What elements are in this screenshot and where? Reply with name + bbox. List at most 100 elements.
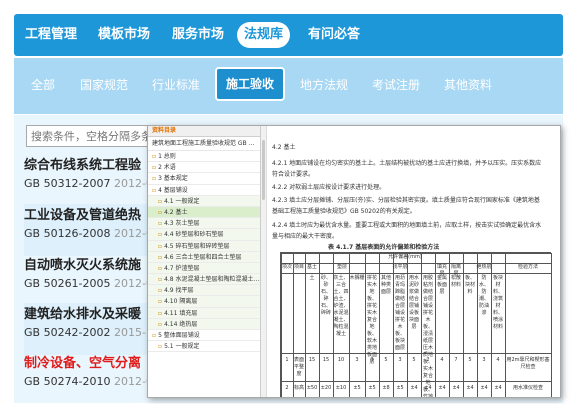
table-cell: ±4	[410, 385, 418, 391]
toc-item[interactable]: ▫ 2 术语	[148, 162, 260, 174]
document-icon: ▫	[158, 208, 163, 216]
table-cell: 表面平整度	[293, 357, 304, 377]
table-title: 表 4.1.7 基层表面的允许偏差和检验方法	[328, 244, 440, 251]
tolerance-table: 允许偏差(mm) 项次 项目 基土 垫层 找平层 填充层 隔离层 绝热层 检验方法土砂、砂石、碎石…	[280, 252, 552, 397]
toc-item-label: 5.1 一般规定	[164, 343, 200, 351]
table-cell: ±8	[382, 385, 390, 391]
toc-panel: 资料目录 建筑地面工程施工质量验收规范 GB ... ▫ 1 总则 ▫ 2 术语 ▫ 3 …	[148, 126, 261, 397]
standard-code-text: GB 50126-2008	[24, 227, 111, 240]
toc-item[interactable]: ▫ 5 整体面层铺设	[148, 330, 260, 342]
table-cell: 1	[285, 357, 289, 363]
toc-item[interactable]: ▫ 4.14 绝热层	[148, 318, 260, 330]
table-cell: 4	[440, 357, 444, 363]
toc-item[interactable]: ▫ 4.6 三合土垫层和四合土垫层	[148, 251, 260, 263]
toc-scrollbar[interactable]	[261, 126, 267, 397]
table-column-header: 项次	[281, 264, 292, 270]
toc-item[interactable]: ▫ 4.11 填充层	[148, 307, 260, 319]
table-cell: ±20	[320, 385, 332, 391]
table-cell: 用2m靠尺和楔形塞尺检查	[506, 357, 550, 370]
table-sub-header: 土	[309, 275, 315, 281]
table-sub-header: 防水、防潮、防油渗	[478, 275, 489, 316]
toc-item[interactable]: ▫ 5.1 一般规定	[148, 341, 260, 353]
toc-item-label: 4.4 砂垫层和砂石垫层	[164, 231, 224, 239]
document-viewer: 资料目录 建筑地面工程施工质量验收规范 GB ... ▫ 1 总则 ▫ 2 术语 ▫ 3 …	[147, 125, 561, 398]
table-cell: 3	[398, 357, 402, 363]
toc-item[interactable]: ▫ 4.2 基土	[148, 206, 260, 219]
standard-code-text: GB 50312-2007	[24, 177, 111, 190]
toc-item[interactable]: ▫ 4.7 炉渣垫层	[148, 262, 260, 275]
table-cell: 10	[337, 357, 345, 363]
table-cell: 用水准仪检查	[512, 385, 543, 391]
doc-paragraph: 4.2.2 对软弱土层应按设计要求进行处理。	[272, 184, 386, 191]
table-cell: ±4	[424, 385, 432, 391]
table-sub-header: 木搁栅	[349, 275, 365, 281]
toc-item-label: 2 术语	[158, 164, 176, 172]
standard-code-text: GB 50261-2005	[24, 277, 111, 290]
toc-item[interactable]: ▫ 1 总则	[148, 151, 260, 163]
table-sub-header: 用水泥砂浆做结合层铺设板块面层	[408, 275, 419, 330]
document-icon: ▫	[158, 309, 163, 317]
sub-nav-tab-all[interactable]: 全部	[31, 72, 55, 98]
top-nav-item-template-market[interactable]: 模板市场	[98, 14, 150, 56]
toc-item[interactable]: ▫ 4.4 砂垫层和砂石垫层	[148, 229, 260, 241]
toc-item-label: 4.2 基土	[164, 208, 188, 216]
top-nav-item-regulations[interactable]: 法规库	[237, 22, 291, 48]
table-cell: ±5	[353, 385, 361, 391]
document-icon: ▫	[158, 231, 163, 239]
toc-item-label: 4 基层铺设	[158, 186, 188, 194]
document-icon: ▫	[158, 197, 163, 205]
toc-item[interactable]: ▫ 4.10 隔离层	[148, 296, 260, 308]
table-cell: ±5	[368, 385, 376, 391]
table-rule	[281, 273, 551, 274]
table-cell: 4	[496, 357, 500, 363]
sub-nav-tab-industry[interactable]: 行业标准	[152, 72, 200, 98]
table-top-header: 允许偏差(mm)	[388, 254, 422, 260]
table-column-header: 基土	[306, 264, 317, 270]
toc-item[interactable]: ▫ 4.5 碎石垫层和碎砖垫层	[148, 240, 260, 252]
toc-item-label: 4.7 炉渣垫层	[164, 264, 200, 272]
toc-item[interactable]: ▫ 4.9 找平层	[148, 285, 260, 297]
table-sub-header: 金属板面层	[436, 275, 447, 295]
table-cell: 3	[370, 357, 374, 363]
toc-item-label: 4.10 隔离层	[164, 298, 198, 306]
toc-scroll-thumb[interactable]	[262, 140, 265, 200]
document-icon: ▫	[158, 343, 163, 351]
section-heading: 4.2 基土	[272, 144, 296, 151]
table-sub-header: 松散材料	[450, 275, 461, 288]
sub-nav-tab-local[interactable]: 地方法规	[300, 72, 348, 98]
sub-nav-tab-exam[interactable]: 考试注册	[372, 72, 420, 98]
toc-item-label: 3 基本规定	[158, 175, 188, 183]
toc-item[interactable]: ▫ 4.8 水泥混凝土垫层和陶粒混凝土...	[148, 274, 260, 286]
document-icon: ▫	[152, 332, 157, 339]
document-icon: ▫	[158, 253, 163, 261]
top-nav-item-service-market[interactable]: 服务市场	[172, 14, 224, 56]
document-icon: ▫	[158, 298, 163, 306]
top-nav-item-project-mgmt[interactable]: 工程管理	[25, 14, 77, 56]
toc-item[interactable]: ▫ 3 基本规定	[148, 173, 260, 185]
document-icon: ▫	[158, 220, 163, 228]
doc-paragraph: 量与相应的最大干密度。	[272, 233, 339, 240]
table-cell: ±5	[396, 385, 404, 391]
table-cell: ±50	[306, 385, 318, 391]
document-icon: ▫	[152, 186, 157, 194]
document-icon: ▫	[158, 287, 163, 295]
sub-nav-tab-construction-acceptance[interactable]: 施工验收	[215, 67, 286, 101]
table-cell: ±4	[480, 385, 488, 391]
sub-nav-tab-national[interactable]: 国家规范	[80, 72, 128, 98]
table-cell: 2	[426, 357, 430, 363]
table-column-header: 项目	[293, 264, 304, 270]
document-icon: ▫	[158, 242, 163, 250]
toc-item[interactable]: ▫ 4.1 一般规定	[148, 195, 260, 207]
top-nav-item-qa[interactable]: 有问必答	[308, 14, 360, 56]
doc-paragraph: 基础工程施工质量验收规范》GB 50202的有关规定。	[272, 208, 416, 215]
table-sub-header: 砂、砂石、碎石、碎砖	[320, 275, 331, 316]
table-cell: 3	[355, 357, 359, 363]
doc-paragraph: 符合设计要求。	[272, 171, 315, 178]
toc-item-label: 4.8 水泥混凝土垫层和陶粒混凝土...	[164, 276, 260, 284]
sub-nav-tab-other[interactable]: 其他资料	[444, 72, 492, 98]
toc-book-title[interactable]: 建筑地面工程施工质量验收规范 GB ...	[148, 137, 260, 151]
toc-item-label: 4.5 碎石垫层和碎砖垫层	[164, 242, 230, 250]
toc-item[interactable]: ▫ 4 基层铺设	[148, 185, 260, 196]
toc-item[interactable]: ▫ 4.3 灰土垫层	[148, 218, 260, 230]
sub-nav: 全部 国家规范 行业标准 施工验收 地方法规 考试注册 其他资料	[14, 58, 563, 114]
